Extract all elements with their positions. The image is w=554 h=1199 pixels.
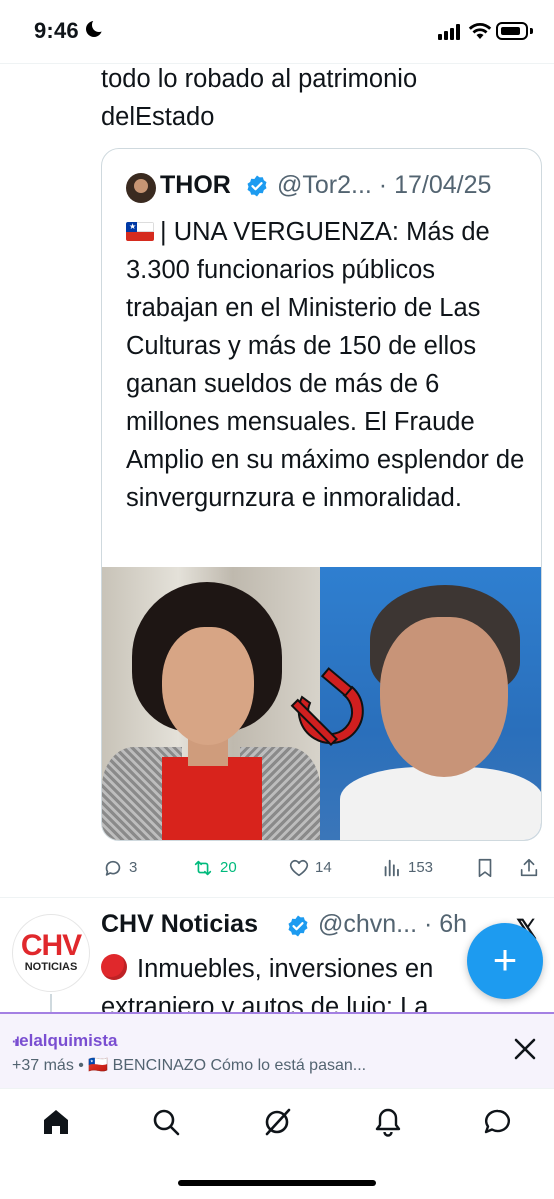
quote-body-text: ★ | UNA VERGUENZA: Más de 3.300 funcionar…	[126, 213, 531, 517]
plus-icon: +	[492, 936, 518, 983]
bookmark-icon[interactable]	[474, 857, 496, 879]
chv-avatar[interactable]: CHV NOTICIAS	[12, 914, 90, 992]
thread-line	[50, 994, 52, 1014]
quote-author-name[interactable]: THOR	[160, 171, 231, 200]
views-chart-icon[interactable]	[381, 857, 403, 879]
repost-icon[interactable]	[192, 857, 214, 879]
verified-badge-icon	[247, 175, 267, 197]
quoted-tweet-card[interactable]: THOR @Tor2... · 17/04/25 ★ | UNA VERGUENZ…	[101, 148, 542, 841]
verified-badge-icon	[288, 915, 308, 937]
red-circle-icon	[101, 954, 127, 980]
battery-icon	[496, 22, 528, 40]
compose-fab-button[interactable]: +	[467, 923, 543, 999]
close-icon[interactable]	[512, 1036, 538, 1062]
tweet-divider	[0, 897, 554, 898]
spaces-host-name: elalquimista	[19, 1031, 118, 1050]
quote-author-avatar[interactable]	[126, 173, 156, 203]
like-heart-icon[interactable]	[288, 857, 310, 879]
home-icon[interactable]	[40, 1106, 72, 1138]
wifi-icon	[468, 23, 492, 39]
home-indicator	[178, 1180, 376, 1186]
grok-icon[interactable]	[261, 1106, 293, 1138]
tweet-text-line: Inmuebles, inversiones en	[101, 950, 433, 988]
cellular-signal-icon	[438, 24, 462, 40]
tweet-author-name[interactable]: CHV Noticias	[101, 910, 258, 939]
share-icon[interactable]	[518, 857, 540, 879]
quote-handle-date[interactable]: @Tor2... · 17/04/25	[277, 171, 491, 200]
search-icon[interactable]	[150, 1106, 182, 1138]
reply-icon[interactable]	[102, 857, 124, 879]
tweet-text-line: delEstado	[101, 103, 215, 131]
tweet-text-line: extranjero y autos de lujo: La	[101, 993, 429, 1012]
status-time: 9:46	[34, 18, 79, 43]
battery-tip	[530, 28, 533, 34]
reply-count: 3	[129, 859, 138, 876]
quote-body-content: | UNA VERGUENZA: Más de 3.300 funcionari…	[126, 218, 525, 512]
focus-moon-icon	[86, 18, 106, 37]
tweet-text-content: Inmuebles, inversiones en	[137, 955, 434, 983]
spaces-host: ·ıl elalquimista	[12, 1031, 117, 1051]
spaces-live-bar[interactable]: ·ıl elalquimista +37 más • 🇨🇱 BENCINAZO …	[0, 1012, 554, 1088]
repost-count: 20	[220, 859, 237, 876]
messages-icon[interactable]	[482, 1106, 514, 1138]
quote-media-image[interactable]	[102, 567, 541, 840]
chv-logo-subtitle: NOTICIAS	[24, 961, 78, 973]
tweet-handle-time[interactable]: @chvn... · 6h	[318, 910, 467, 939]
tweet-text-line: todo lo robado al patrimonio	[101, 65, 418, 93]
like-count: 14	[315, 859, 332, 876]
chv-logo: CHV	[20, 929, 82, 962]
notifications-bell-icon[interactable]	[372, 1106, 404, 1138]
spaces-subtitle: +37 más • 🇨🇱 BENCINAZO Cómo lo está pasa…	[12, 1057, 367, 1074]
views-count: 153	[408, 859, 434, 876]
chile-flag-icon: ★	[126, 222, 154, 241]
hammer-sickle-icon	[290, 667, 364, 747]
